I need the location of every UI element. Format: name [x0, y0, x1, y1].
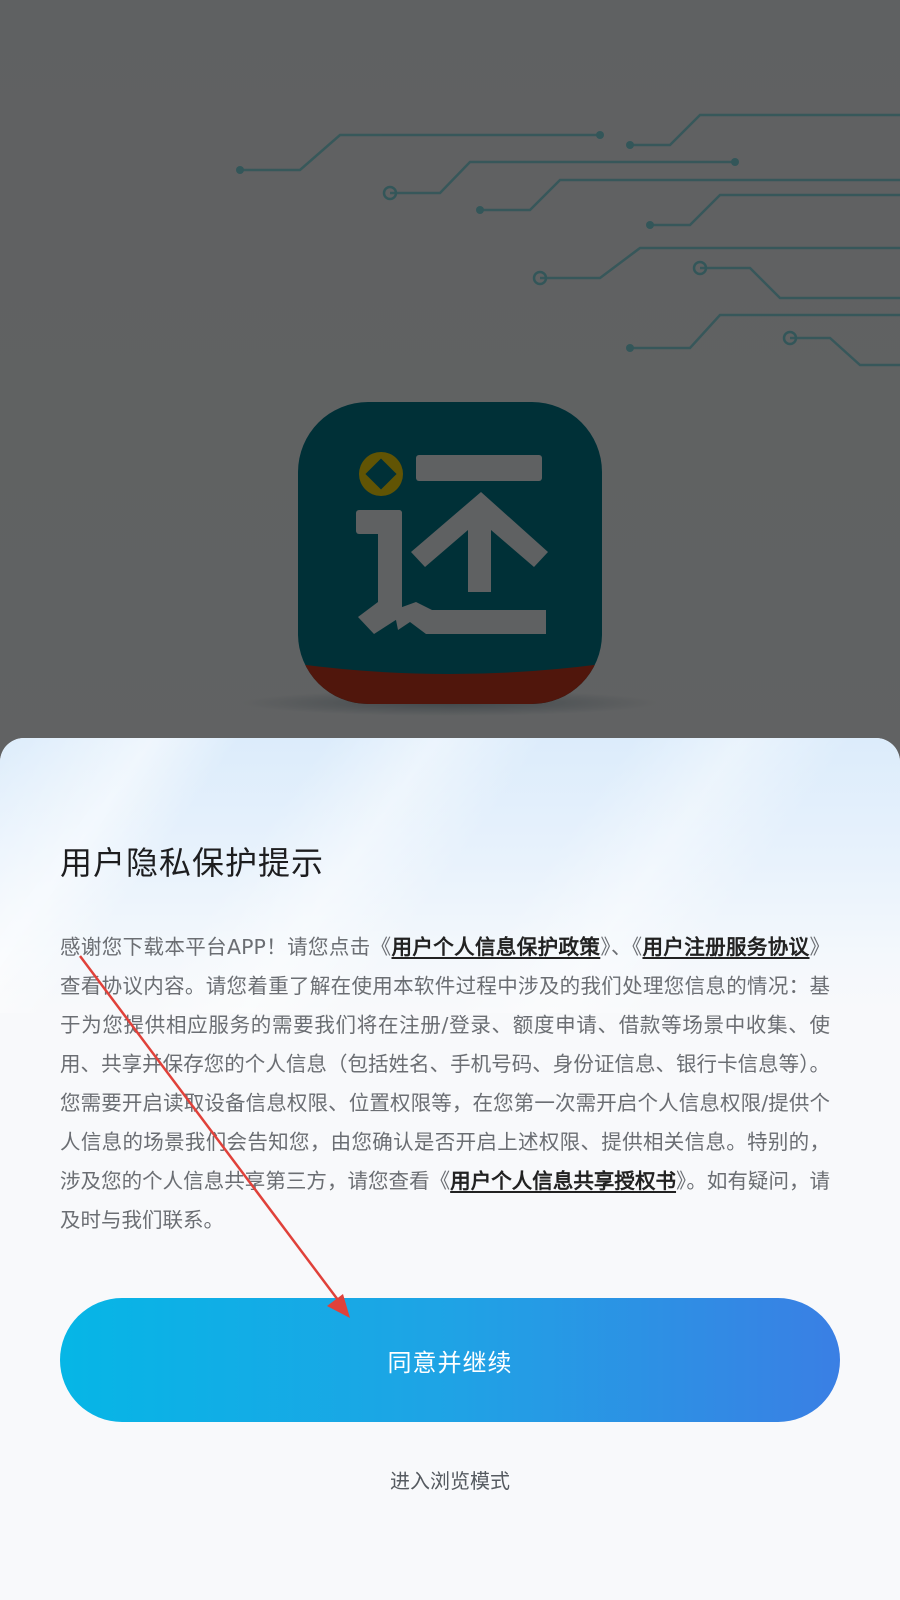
app-screen: 用户隐私保护提示 感谢您下载本平台APP！请您点击《用户个人信息保护政策》、《用… [0, 0, 900, 1600]
privacy-dialog: 用户隐私保护提示 感谢您下载本平台APP！请您点击《用户个人信息保护政策》、《用… [0, 738, 900, 1600]
dialog-body-text: 感谢您下载本平台APP！请您点击《用户个人信息保护政策》、《用户注册服务协议》查… [60, 928, 830, 1240]
registration-agreement-link[interactable]: 用户注册服务协议 [642, 935, 809, 959]
agree-and-continue-button[interactable]: 同意并继续 [60, 1298, 840, 1422]
sharing-authorization-link[interactable]: 用户个人信息共享授权书 [450, 1169, 676, 1193]
dialog-title: 用户隐私保护提示 [60, 844, 325, 882]
body-text-part: 感谢您下载本平台APP！请您点击《 [60, 935, 392, 959]
body-text-part: 》查看协议内容。请您着重了解在使用本软件过程中涉及的我们处理您信息的情况：基于为… [60, 935, 831, 1193]
body-text-part: 》、《 [600, 935, 643, 959]
browse-mode-link[interactable]: 进入浏览模式 [0, 1465, 900, 1494]
privacy-policy-link[interactable]: 用户个人信息保护政策 [391, 935, 600, 959]
